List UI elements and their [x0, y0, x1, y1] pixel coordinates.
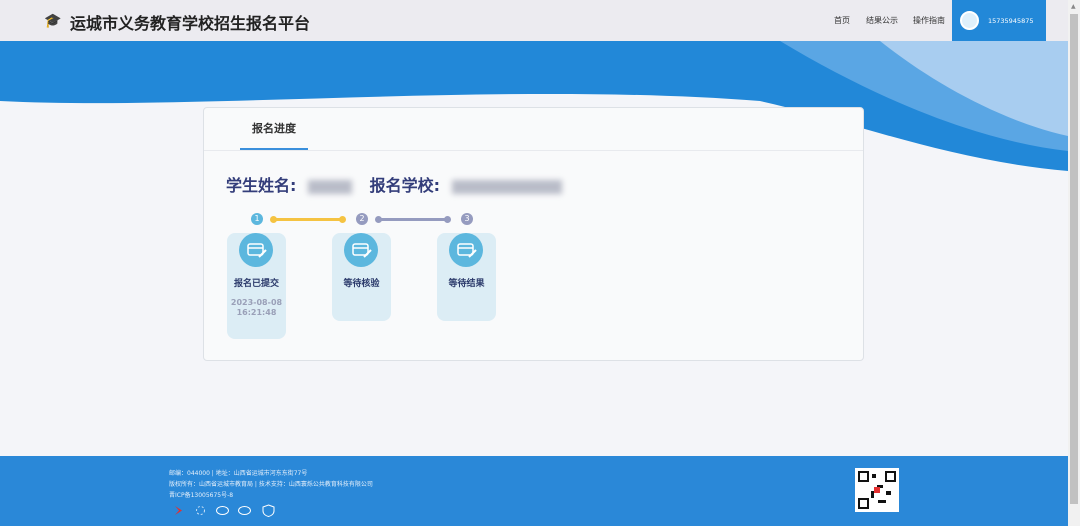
school-label: 报名学校:	[369, 176, 440, 195]
footer-copyright: 版权所有：山西省运城市教育局 | 技术支持：山西寰烁公共教育科技有限公司	[169, 481, 373, 488]
step-label: 等待核验	[343, 279, 380, 289]
step-number-3: 3	[461, 213, 473, 225]
step-result: 等待结果	[437, 233, 496, 321]
nav-guide[interactable]: 操作指南	[913, 15, 945, 26]
progress-line-pending	[378, 218, 448, 221]
scrollbar-thumb[interactable]	[1070, 14, 1078, 504]
page: 🎓 运城市义务教育学校招生报名平台 首页 结果公示 操作指南 157359458…	[0, 0, 1068, 526]
nav-home[interactable]: 首页	[834, 15, 850, 26]
header: 🎓 运城市义务教育学校招生报名平台 首页 结果公示 操作指南 157359458…	[0, 0, 1068, 41]
progress-card: 报名进度 学生姓名: 报名学校: 1 2 3 报名已提交 2023-08-08 1…	[203, 107, 864, 361]
scroll-up-icon[interactable]: ▲	[1071, 3, 1076, 10]
student-info: 学生姓名: 报名学校:	[226, 172, 562, 196]
step-time: 16:21:48	[236, 308, 277, 317]
scrollbar[interactable]: ▲	[1068, 0, 1080, 526]
divider	[204, 150, 863, 151]
cert-logo-icon	[196, 506, 205, 515]
school-name-redacted	[451, 179, 562, 194]
iso-logo-icon	[216, 506, 229, 515]
site-title: 运城市义务教育学校招生报名平台	[70, 14, 311, 33]
line-dot	[339, 216, 346, 223]
shield-icon	[262, 504, 275, 517]
student-name-redacted	[307, 179, 352, 194]
footer-address: 邮编：044000 | 地址：山西省运城市河东东街77号	[169, 470, 308, 477]
avatar	[960, 11, 979, 30]
step-verify: 等待核验	[332, 233, 391, 321]
cmmi-logo-icon	[238, 506, 251, 515]
footer: 邮编：044000 | 地址：山西省运城市河东东街77号 版权所有：山西省运城市…	[0, 456, 1068, 526]
progress-line-done	[273, 218, 343, 221]
step-number-1: 1	[251, 213, 263, 225]
step-number-2: 2	[356, 213, 368, 225]
tab-progress[interactable]: 报名进度	[240, 108, 308, 150]
step-label: 等待结果	[448, 279, 485, 289]
step-label: 报名已提交	[233, 279, 279, 289]
edit-card-icon	[344, 233, 378, 267]
step-submitted: 报名已提交 2023-08-08 16:21:48	[227, 233, 286, 339]
line-dot	[444, 216, 451, 223]
step-timestamp: 2023-08-08 16:21:48	[227, 298, 286, 318]
student-name-label: 学生姓名:	[226, 176, 297, 195]
footer-icp[interactable]: 晋ICP备13005675号-8	[169, 490, 233, 499]
brand-logo-icon	[175, 506, 182, 515]
graduation-cap-icon: 🎓	[44, 13, 62, 29]
qr-code	[855, 468, 899, 512]
user-phone: 15735945875	[988, 17, 1034, 25]
step-date: 2023-08-08	[230, 298, 283, 307]
user-menu[interactable]: 15735945875	[952, 0, 1046, 41]
nav-results[interactable]: 结果公示	[866, 15, 898, 26]
edit-card-icon	[449, 233, 483, 267]
edit-card-icon	[239, 233, 273, 267]
